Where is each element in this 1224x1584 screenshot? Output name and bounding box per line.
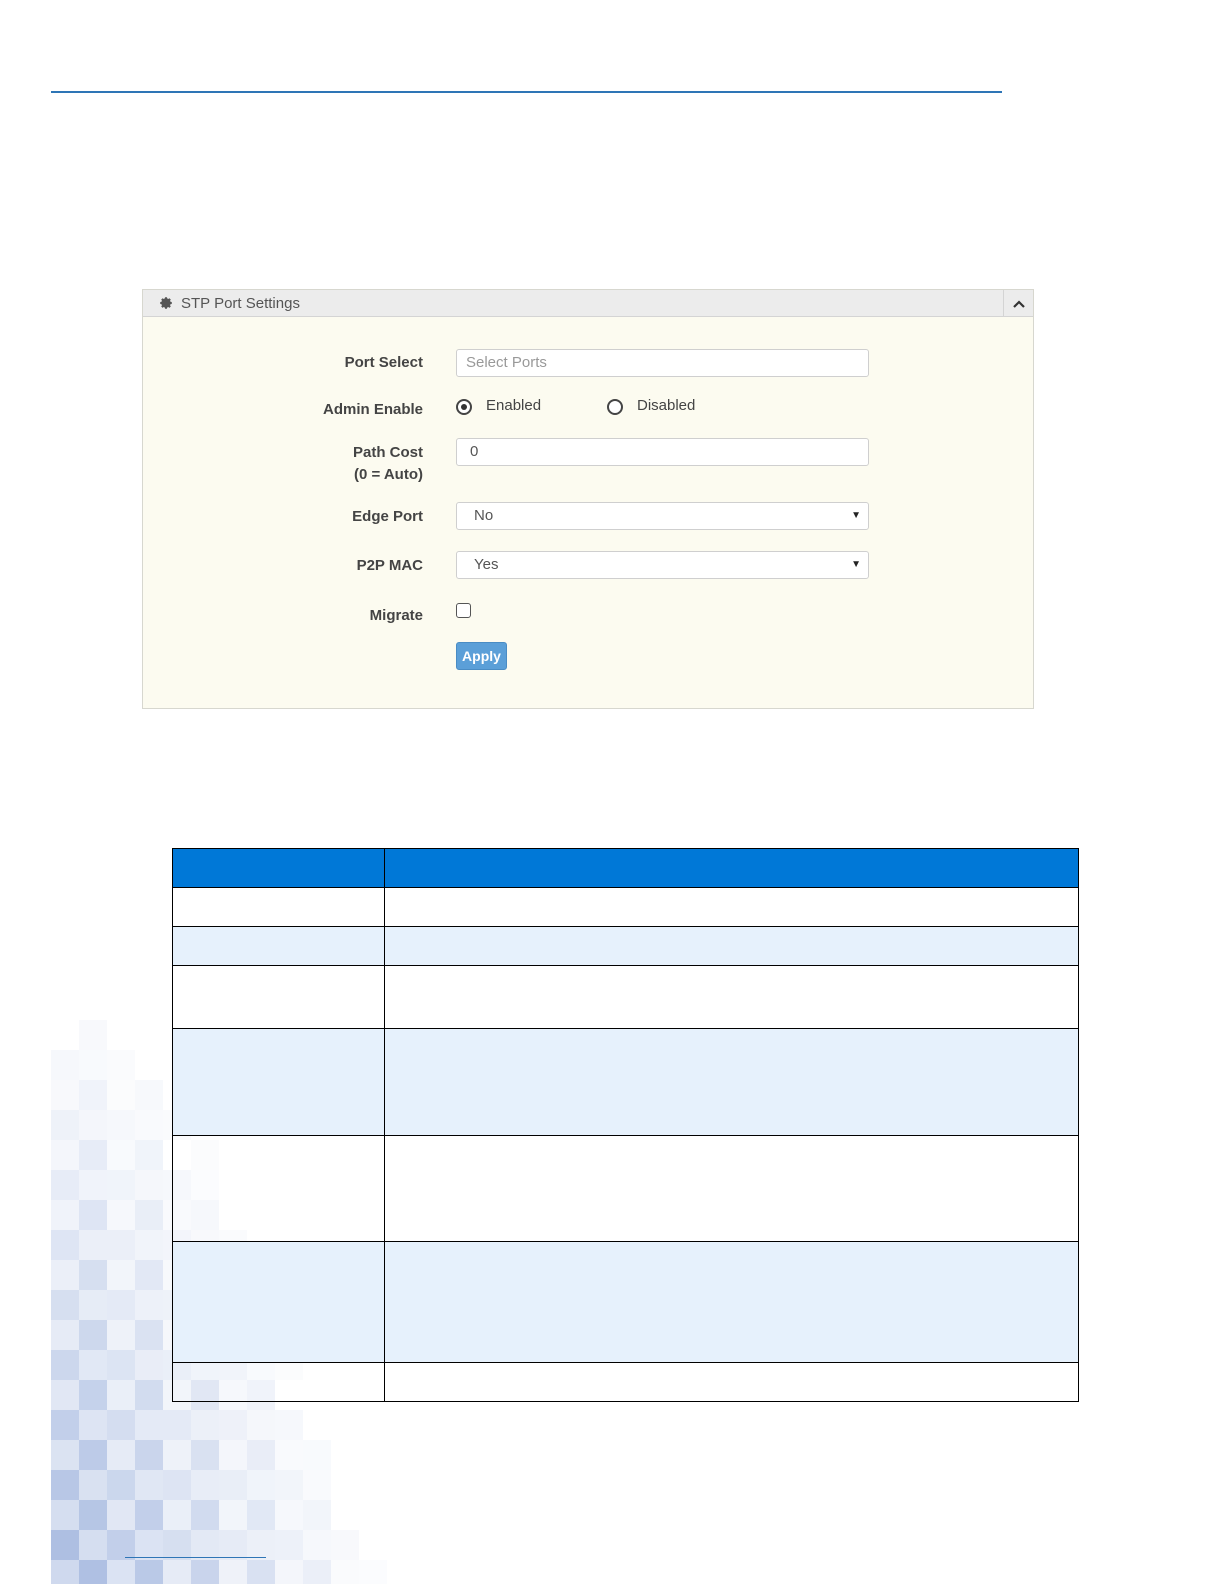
panel-header[interactable]: STP Port Settings bbox=[143, 290, 1033, 317]
table-cell bbox=[384, 1362, 1079, 1402]
table-row bbox=[172, 1241, 1079, 1363]
migrate-checkbox[interactable] bbox=[456, 603, 471, 618]
table-header-cell bbox=[384, 848, 1079, 888]
table-row bbox=[172, 965, 1079, 1029]
table-cell bbox=[172, 887, 385, 927]
table-cell bbox=[172, 926, 385, 966]
p2p-mac-value: Yes bbox=[474, 556, 499, 573]
port-select-label: Port Select bbox=[344, 354, 423, 371]
chevron-up-icon bbox=[1012, 299, 1025, 308]
table-cell bbox=[384, 887, 1079, 927]
admin-enable-label: Admin Enable bbox=[322, 401, 423, 418]
gear-icon bbox=[160, 297, 172, 309]
table-cell bbox=[172, 1135, 385, 1242]
select-caret-icon: ▼ bbox=[851, 510, 861, 521]
path-cost-sublabel: (0 = Auto) bbox=[353, 466, 423, 483]
admin-enable-disabled-radio[interactable] bbox=[607, 399, 623, 415]
table-row bbox=[172, 1028, 1079, 1136]
header-rule bbox=[51, 91, 1002, 93]
table-cell bbox=[384, 1028, 1079, 1136]
table-cell bbox=[384, 926, 1079, 966]
table-row bbox=[172, 1362, 1079, 1402]
collapse-button[interactable] bbox=[1003, 290, 1033, 317]
apply-button[interactable]: Apply bbox=[456, 642, 507, 670]
table-cell bbox=[172, 1241, 385, 1363]
admin-enable-enabled-radio[interactable] bbox=[456, 399, 472, 415]
table-cell bbox=[384, 1241, 1079, 1363]
table-row bbox=[172, 926, 1079, 966]
description-table bbox=[172, 848, 1079, 1402]
footer-rule bbox=[125, 1557, 266, 1558]
table-cell bbox=[384, 965, 1079, 1029]
edge-port-value: No bbox=[474, 507, 494, 524]
table-row bbox=[172, 887, 1079, 927]
table-cell bbox=[384, 1135, 1079, 1242]
stp-port-settings-panel: STP Port Settings Port Select Select Por… bbox=[142, 289, 1034, 709]
p2p-mac-label: P2P MAC bbox=[356, 557, 423, 574]
table-cell bbox=[172, 1028, 385, 1136]
table-cell bbox=[172, 965, 385, 1029]
admin-enable-enabled-label: Enabled bbox=[486, 397, 542, 414]
edge-port-label: Edge Port bbox=[352, 508, 423, 525]
table-header-row bbox=[172, 848, 1079, 888]
table-cell bbox=[172, 1362, 385, 1402]
edge-port-select[interactable]: No ▼ bbox=[456, 502, 869, 530]
path-cost-input[interactable]: 0 bbox=[456, 438, 869, 466]
table-row bbox=[172, 1135, 1079, 1242]
select-caret-icon: ▼ bbox=[851, 559, 861, 570]
migrate-label: Migrate bbox=[369, 607, 423, 624]
p2p-mac-select[interactable]: Yes ▼ bbox=[456, 551, 869, 579]
port-select-input[interactable]: Select Ports bbox=[456, 349, 869, 377]
table-header-cell bbox=[172, 848, 385, 888]
path-cost-label: Path Cost bbox=[352, 444, 423, 461]
panel-title: STP Port Settings bbox=[181, 294, 300, 312]
admin-enable-disabled-label: Disabled bbox=[637, 397, 696, 414]
